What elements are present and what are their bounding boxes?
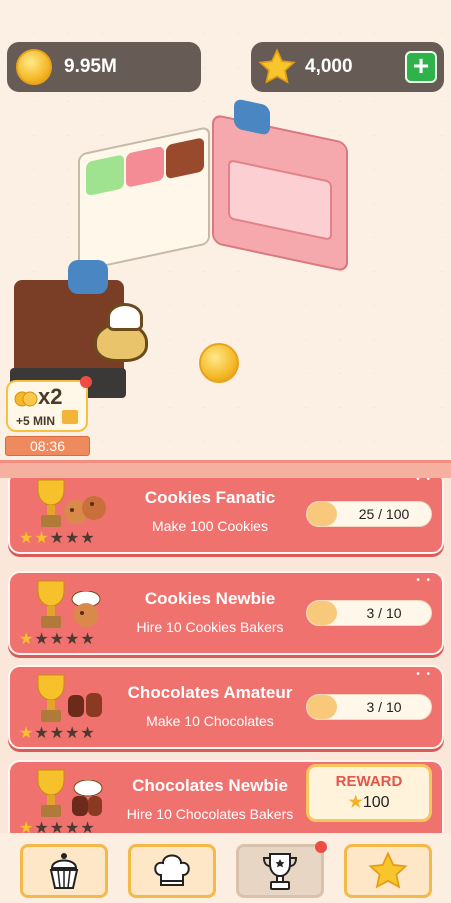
achievement-progress: 25 / 100 xyxy=(306,501,432,527)
double-coins-boost[interactable]: x2 +5 MIN xyxy=(6,376,92,432)
star-empty-icon: ★ xyxy=(49,725,65,742)
progress-fill xyxy=(307,601,337,625)
stove[interactable] xyxy=(212,98,348,273)
achievement-progress: 3 / 10 xyxy=(306,600,432,626)
star-rating: ★ ★ ★ ★ ★ xyxy=(19,820,95,834)
achievement-description: Hire 10 Cookies Bakers xyxy=(136,619,284,635)
pot-icon xyxy=(234,98,270,136)
achievement-description: Make 100 Cookies xyxy=(152,518,268,534)
chocolates-baker-icon xyxy=(72,780,103,816)
star-rating: ★ ★ ★ ★ ★ xyxy=(19,531,95,547)
reward-amount: 100 xyxy=(362,794,390,811)
bottom-navigation xyxy=(0,833,451,903)
star-empty-icon: ★ xyxy=(49,530,65,547)
achievement-title: Chocolates Amateur xyxy=(127,683,293,702)
baker-avatar-coffee[interactable] xyxy=(94,303,148,362)
reward-amount-row: ★100 xyxy=(309,792,429,812)
notification-dot xyxy=(315,841,327,853)
star-empty-icon: ★ xyxy=(65,530,80,547)
star-counter: 4,000 + xyxy=(251,42,444,92)
cupcake-icon xyxy=(49,853,79,889)
achievement-card: • • ★ ★ ★ ★ ★ Cookies Newbie Hire 10 Coo… xyxy=(8,571,444,655)
star-empty-icon: ★ xyxy=(80,631,95,648)
star-icon xyxy=(258,48,296,84)
coin-amount: 9.95M xyxy=(64,56,117,77)
achievement-badge xyxy=(20,478,112,536)
achievement-badge xyxy=(20,766,112,826)
achievement-description: Hire 10 Chocolates Bakers xyxy=(126,806,294,822)
grinder-icon xyxy=(68,260,108,294)
star-filled-icon: ★ xyxy=(19,530,34,547)
progress-text: 3 / 10 xyxy=(366,605,402,621)
star-icon xyxy=(368,851,408,889)
nav-trophy-button[interactable] xyxy=(236,841,327,898)
reward-label: REWARD xyxy=(335,773,403,790)
card-dots: • • xyxy=(416,669,432,680)
progress-text: 3 / 10 xyxy=(366,699,402,715)
plus-icon: + xyxy=(412,50,430,81)
progress-text: 25 / 100 xyxy=(358,506,410,522)
star-rating: ★ ★ ★ ★ ★ xyxy=(19,726,95,742)
claim-reward-button[interactable]: REWARD ★100 xyxy=(306,764,432,822)
trophy-icon xyxy=(262,853,298,890)
achievement-badge xyxy=(20,577,112,637)
ice-cream-tub-pink xyxy=(126,145,164,188)
add-stars-button[interactable]: + xyxy=(405,51,437,83)
notification-dot xyxy=(80,376,92,388)
boost-duration: +5 MIN xyxy=(16,414,56,428)
star-empty-icon: ★ xyxy=(34,725,49,742)
cookies-icon xyxy=(64,496,106,524)
achievement-card: • • ★ ★ ★ ★ ★ Cookies Fanatic Make 100 C… xyxy=(8,478,444,554)
progress-fill xyxy=(307,695,337,719)
bakery-scene: 9.95M 4,000 + x2 +5 MIN 08:36 xyxy=(0,0,451,465)
star-empty-icon: ★ xyxy=(80,725,95,742)
card-dots: • • xyxy=(416,478,432,485)
achievement-card: • • ★ ★ ★ ★ ★ Chocolates Amateur Make 10… xyxy=(8,665,444,749)
star-empty-icon: ★ xyxy=(49,631,65,648)
ice-cream-freezer[interactable] xyxy=(78,125,210,273)
achievement-title: Chocolates Newbie xyxy=(132,776,288,795)
star-filled-icon: ★ xyxy=(19,631,34,648)
nav-star-button[interactable] xyxy=(344,844,432,898)
star-empty-icon: ★ xyxy=(80,530,95,547)
star-empty-icon: ★ xyxy=(65,725,80,742)
coins-icon xyxy=(14,391,38,407)
star-empty-icon: ★ xyxy=(65,820,80,834)
star-empty-icon: ★ xyxy=(80,820,95,834)
achievement-title: Cookies Fanatic xyxy=(144,488,276,507)
boost-multiplier: x2 xyxy=(38,384,63,409)
achievement-title: Cookies Newbie xyxy=(144,589,276,608)
star-filled-icon: ★ xyxy=(34,530,49,547)
ice-cream-tub-chocolate xyxy=(166,137,204,180)
star-empty-icon: ★ xyxy=(34,820,49,834)
scene-divider xyxy=(0,460,451,478)
oven-door xyxy=(228,158,332,242)
achievement-description: Make 10 Chocolates xyxy=(146,713,274,729)
progress-fill xyxy=(307,502,337,526)
chocolates-icon xyxy=(68,693,102,717)
star-filled-icon: ★ xyxy=(19,820,34,834)
boost-timer: 08:36 xyxy=(5,436,90,456)
achievement-progress: 3 / 10 xyxy=(306,694,432,720)
star-empty-icon: ★ xyxy=(49,820,65,834)
chef-hat-icon xyxy=(154,854,190,886)
cookies-baker-icon xyxy=(71,591,101,627)
coin-counter: 9.95M xyxy=(7,42,201,92)
ice-cream-tub-green xyxy=(86,154,124,197)
video-ad-icon xyxy=(62,410,78,424)
gold-coin-icon xyxy=(16,49,52,85)
achievement-card: • • ★ ★ ★ ★ ★ Chocolates Newbie Hire 10 … xyxy=(8,760,444,833)
collect-coin-icon[interactable] xyxy=(199,343,239,383)
nav-chef-button[interactable] xyxy=(128,844,216,898)
achievements-list[interactable]: • • ★ ★ ★ ★ ★ Cookies Fanatic Make 100 C… xyxy=(0,478,451,833)
star-empty-icon: ★ xyxy=(65,631,80,648)
star-empty-icon: ★ xyxy=(34,631,49,648)
card-dots: • • xyxy=(416,575,432,586)
achievement-badge xyxy=(20,671,112,731)
star-icon: ★ xyxy=(348,794,363,811)
star-rating: ★ ★ ★ ★ ★ xyxy=(19,632,95,648)
star-filled-icon: ★ xyxy=(19,725,34,742)
star-amount: 4,000 xyxy=(305,56,353,77)
nav-cupcake-button[interactable] xyxy=(20,844,108,898)
